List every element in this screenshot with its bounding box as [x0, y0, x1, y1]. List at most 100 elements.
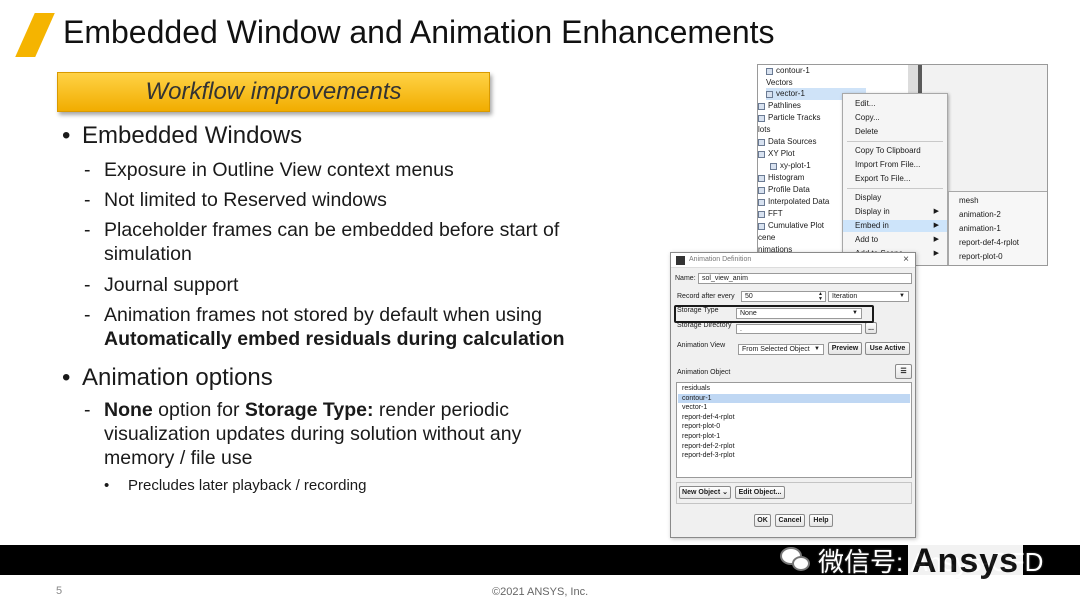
animation-view-label: Animation View: [677, 342, 726, 349]
sub-bullet-bold: Automatically embed residuals during cal…: [104, 328, 565, 350]
workflow-badge: Workflow improvements: [57, 72, 490, 112]
list-item[interactable]: report-plot-0: [678, 422, 910, 432]
name-field[interactable]: sol_view_anim: [698, 273, 912, 284]
sub-bullet: - Exposure in Outline View context menus: [84, 158, 604, 182]
submenu-item[interactable]: mesh: [949, 194, 1047, 208]
edit-object-button[interactable]: Edit Object...: [735, 486, 785, 499]
menu-separator: [847, 141, 943, 142]
copyright: ©2021 ANSYS, Inc.: [492, 586, 589, 598]
list-item[interactable]: residuals: [678, 384, 910, 394]
tree-item[interactable]: Cumulative Plot: [758, 220, 824, 232]
tree-item[interactable]: cene: [758, 232, 775, 244]
contour-icon: [766, 67, 773, 75]
animation-object-list[interactable]: residuals contour-1 vector-1 report-def-…: [676, 382, 912, 478]
sub-bullet-text: Animation frames not stored by default w…: [104, 303, 604, 351]
sub-bullet-text: None option for Storage Type: render per…: [104, 398, 584, 470]
menu-item-export[interactable]: Export To File...: [843, 173, 947, 185]
tree-item[interactable]: XY Plot: [758, 148, 795, 160]
new-object-button[interactable]: New Object ⌄: [679, 486, 731, 499]
menu-item-display-in[interactable]: Display in ▶: [843, 206, 947, 218]
submenu-arrow-icon: ▶: [933, 236, 939, 243]
record-frequency-field[interactable]: 50 ▲ ▼: [741, 291, 826, 302]
submenu-arrow-icon: ▶: [933, 222, 939, 229]
submenu-item[interactable]: report-def-4-rplot: [949, 236, 1047, 250]
close-icon[interactable]: ×: [903, 254, 909, 265]
spin-down-icon[interactable]: ▼: [818, 297, 823, 302]
animation-object-label: Animation Object: [677, 369, 731, 376]
menu-item-embed-in[interactable]: Embed in ▶: [843, 220, 947, 232]
dialog-titlebar: Animation Definition ×: [671, 253, 915, 268]
list-item[interactable]: vector-1: [678, 403, 910, 413]
sub-bullet-text: Journal support: [104, 274, 239, 296]
tree-item[interactable]: xy-plot-1: [770, 160, 811, 172]
preview-button[interactable]: Preview: [828, 342, 862, 355]
tree-item[interactable]: Histogram: [758, 172, 804, 184]
storage-directory-label: Storage Directory: [677, 322, 732, 329]
submenu-item[interactable]: report-plot-1: [949, 264, 1047, 265]
bullet-text: Animation options: [82, 364, 273, 391]
ansys-logo: Ansys: [908, 544, 1024, 578]
sub-bullet-text-mid: option for: [152, 399, 245, 421]
menu-item-copy-to-clipboard[interactable]: Copy To Clipboard: [843, 145, 947, 157]
browse-button[interactable]: ...: [865, 322, 877, 334]
tree-item[interactable]: contour-1: [766, 65, 810, 77]
tree-item[interactable]: Interpolated Data: [758, 196, 829, 208]
workflow-badge-label: Workflow improvements: [145, 78, 402, 105]
list-item[interactable]: report-def-4-rplot: [678, 413, 910, 423]
context-menu: Edit... Copy... Delete Copy To Clipboard…: [842, 93, 948, 265]
title-accent-slash: [15, 13, 55, 57]
tree-item[interactable]: Data Sources: [758, 136, 816, 148]
use-active-button[interactable]: Use Active: [865, 342, 910, 355]
tree-item[interactable]: Pathlines: [758, 100, 801, 112]
sub-bullet: - Animation frames not stored by default…: [84, 303, 604, 351]
submenu-item[interactable]: animation-1: [949, 222, 1047, 236]
sub-bullet: - Journal support: [84, 273, 604, 297]
list-item[interactable]: report-def-2-rplot: [678, 442, 910, 452]
menu-item-delete[interactable]: Delete: [843, 126, 947, 138]
record-unit-select[interactable]: Iteration ▼: [828, 291, 909, 302]
animation-definition-dialog: Animation Definition × Name: sol_view_an…: [670, 252, 916, 538]
storage-type-highlight: [674, 305, 874, 323]
sub-bullet-text: Placeholder frames can be embedded befor…: [104, 219, 560, 265]
sub-bullet: - Not limited to Reserved windows: [84, 188, 604, 212]
dialog-title: Animation Definition: [689, 256, 752, 263]
sub-sub-bullet-text: Precludes later playback / recording: [128, 477, 367, 494]
tree-item[interactable]: Particle Tracks: [758, 112, 820, 124]
list-item[interactable]: report-plot-1: [678, 432, 910, 442]
tree-item[interactable]: Profile Data: [758, 184, 810, 196]
outline-view-screenshot: contour-1 Vectors vector-1 Pathlines Par…: [757, 64, 1048, 266]
xy-plot-icon: [770, 162, 777, 170]
xy-plot-icon: [758, 150, 765, 158]
tree-item[interactable]: lots: [758, 124, 770, 136]
cumulative-plot-icon: [758, 222, 765, 230]
tree-item[interactable]: FFT: [758, 208, 783, 220]
sub-bullet: - Placeholder frames can be embedded befo…: [84, 218, 604, 266]
list-options-icon[interactable]: ☰: [895, 364, 912, 379]
submenu-arrow-icon: ▶: [933, 250, 939, 257]
sub-bullet-text: Exposure in Outline View context menus: [104, 159, 454, 181]
chevron-down-icon: ▼: [899, 293, 905, 299]
help-button[interactable]: Help: [809, 514, 833, 527]
sub-bullet-text-a: Animation frames not stored by default w…: [104, 304, 542, 326]
record-label: Record after every: [677, 293, 735, 300]
list-item-selected[interactable]: contour-1: [678, 393, 910, 404]
menu-item-copy[interactable]: Copy...: [843, 112, 947, 124]
fft-icon: [758, 210, 765, 218]
submenu-item[interactable]: report-plot-0: [949, 250, 1047, 264]
menu-item-import[interactable]: Import From File...: [843, 159, 947, 171]
menu-item-add-to[interactable]: Add to ▶: [843, 234, 947, 246]
ok-button[interactable]: OK: [754, 514, 771, 527]
cancel-button[interactable]: Cancel: [775, 514, 805, 527]
list-item[interactable]: report-def-3-rplot: [678, 451, 910, 461]
particle-tracks-icon: [758, 114, 765, 122]
submenu-item[interactable]: animation-2: [949, 208, 1047, 222]
storage-directory-field[interactable]: .: [736, 324, 862, 334]
menu-item-edit[interactable]: Edit...: [843, 98, 947, 110]
slide-title: Embedded Window and Animation Enhancemen…: [63, 14, 775, 50]
animation-view-select[interactable]: From Selected Object ▼: [738, 344, 824, 355]
page-number: 5: [56, 585, 63, 597]
sub-bullet-bold: None: [104, 399, 153, 421]
bullet-text: Embedded Windows: [82, 122, 303, 149]
menu-item-display[interactable]: Display: [843, 192, 947, 204]
interpolated-data-icon: [758, 198, 765, 206]
